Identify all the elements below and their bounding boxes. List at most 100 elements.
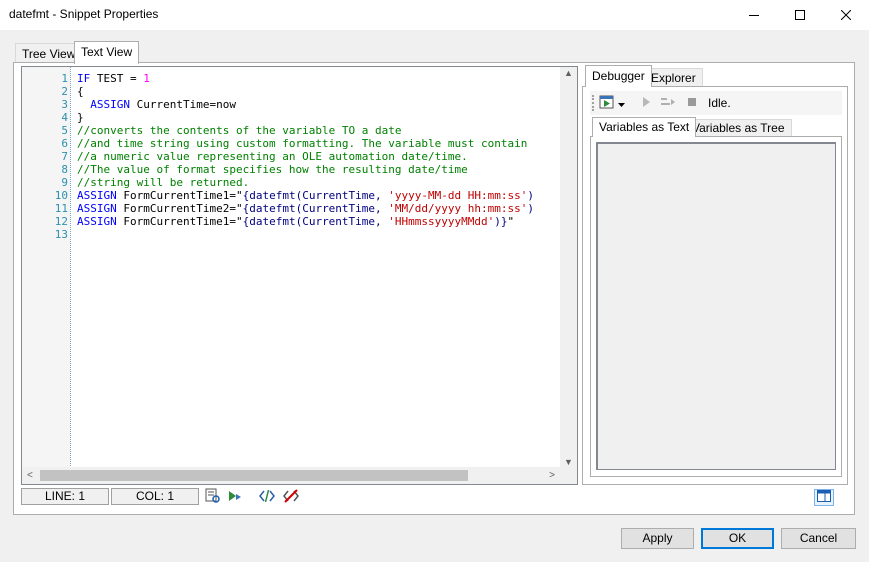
stop-button[interactable] bbox=[684, 95, 700, 111]
apply-button[interactable]: Apply bbox=[621, 528, 694, 549]
code-line[interactable]: } bbox=[77, 111, 84, 124]
line-number: 10 bbox=[54, 189, 68, 202]
line-number: 8 bbox=[61, 163, 68, 176]
code-token: ASSIGN bbox=[77, 189, 117, 202]
code-line[interactable]: ASSIGN FormCurrentTime1="{datefmt(Curren… bbox=[77, 215, 514, 228]
find-icon bbox=[205, 488, 221, 507]
close-button[interactable] bbox=[823, 0, 869, 30]
tab-label: Text View bbox=[81, 45, 133, 59]
maximize-icon bbox=[795, 10, 805, 20]
tab-debugger[interactable]: Debugger bbox=[585, 65, 652, 87]
editor-margin bbox=[22, 67, 40, 468]
scroll-up-icon[interactable]: ▲ bbox=[564, 68, 573, 78]
run-debug-icon bbox=[599, 94, 615, 113]
code-token: ) bbox=[527, 202, 534, 215]
code-token: 'yyyy-MM-dd HH:mm:ss' bbox=[388, 189, 528, 202]
scroll-down-icon[interactable]: ▼ bbox=[564, 457, 573, 467]
code-line[interactable]: //string will be returned. bbox=[77, 176, 249, 189]
tab-text-view[interactable]: Text View bbox=[74, 41, 140, 64]
line-number: 5 bbox=[61, 124, 68, 137]
tab-explorer[interactable]: Explorer bbox=[644, 68, 703, 87]
step-button[interactable] bbox=[638, 95, 654, 111]
line-number: 7 bbox=[61, 150, 68, 163]
horizontal-scroll-thumb[interactable] bbox=[40, 470, 468, 481]
horizontal-scrollbar[interactable]: < > bbox=[22, 467, 577, 484]
minimize-button[interactable] bbox=[731, 0, 777, 30]
minimize-icon bbox=[749, 10, 759, 20]
code-token: ) bbox=[527, 189, 534, 202]
line-number: 11 bbox=[54, 202, 68, 215]
vertical-scrollbar[interactable]: ▲ ▼ bbox=[560, 67, 577, 468]
code-token: " bbox=[507, 215, 515, 228]
gutter-divider bbox=[70, 67, 71, 468]
tag-button[interactable] bbox=[258, 489, 276, 505]
code-token: FormCurrentTime1=" bbox=[116, 189, 243, 202]
step-over-button[interactable] bbox=[660, 95, 676, 111]
code-token: {datefmt(CurrentTime, bbox=[242, 215, 389, 228]
code-token: 'MM/dd/yyyy hh:mm:ss' bbox=[388, 202, 528, 215]
code-token: IF bbox=[77, 72, 91, 85]
scroll-right-icon[interactable]: > bbox=[549, 470, 555, 481]
code-line[interactable]: ASSIGN FormCurrentTime1="{datefmt(Curren… bbox=[77, 189, 534, 202]
code-token: { bbox=[77, 85, 84, 98]
dropdown-icon bbox=[617, 96, 625, 110]
tab-label: Tree View bbox=[22, 47, 76, 61]
line-number-gutter: 1 2 3 4 5 6 7 8 9 10 11 12 13 bbox=[40, 67, 70, 468]
find-button[interactable] bbox=[204, 488, 222, 507]
code-token: FormCurrentTime1=" bbox=[116, 215, 243, 228]
code-line[interactable]: ASSIGN FormCurrentTime2="{datefmt(Curren… bbox=[77, 202, 534, 215]
tab-label: Debugger bbox=[592, 69, 645, 83]
stop-icon bbox=[684, 94, 700, 113]
code-token: 1 bbox=[143, 72, 150, 85]
toolbar-grip bbox=[592, 95, 594, 111]
code-area[interactable]: IF TEST = 1{ ASSIGN CurrentTime=now}//co… bbox=[77, 67, 577, 468]
panel-layout-icon bbox=[817, 490, 831, 505]
step-over-icon bbox=[660, 94, 676, 113]
scroll-left-icon[interactable]: < bbox=[27, 470, 33, 481]
code-editor[interactable]: 1 2 3 4 5 6 7 8 9 10 11 12 13 IF TEST = 1{ ASSIGN Cu… bbox=[21, 66, 578, 485]
maximize-button[interactable] bbox=[777, 0, 823, 30]
title-bar: datefmt - Snippet Properties bbox=[0, 0, 869, 30]
line-number: 1 bbox=[61, 72, 68, 85]
cancel-button[interactable]: Cancel bbox=[781, 528, 856, 549]
no-tag-button[interactable] bbox=[282, 488, 300, 507]
tab-variables-as-text[interactable]: Variables as Text bbox=[592, 117, 697, 137]
code-token: )} bbox=[494, 215, 508, 228]
line-number: 6 bbox=[61, 137, 68, 150]
line-number: 4 bbox=[61, 111, 68, 124]
code-token: CurrentTime=now bbox=[136, 98, 236, 111]
run-button[interactable] bbox=[226, 489, 244, 505]
code-line[interactable]: //converts the contents of the variable … bbox=[77, 124, 402, 137]
tab-variables-as-tree[interactable]: Variables as Tree bbox=[685, 119, 792, 136]
line-number: 2 bbox=[61, 85, 68, 98]
run-dropdown-button[interactable] bbox=[616, 95, 626, 111]
debugger-toolbar: Idle. bbox=[590, 91, 842, 115]
line-number: 13 bbox=[54, 228, 68, 241]
code-line[interactable]: { bbox=[77, 85, 84, 98]
line-indicator: LINE: 1 bbox=[21, 488, 109, 505]
code-token: //and time string using custom formattin… bbox=[77, 137, 528, 150]
code-line[interactable]: //and time string using custom formattin… bbox=[77, 137, 527, 150]
code-line[interactable]: //a numeric value representing an OLE au… bbox=[77, 150, 468, 163]
variables-text-area[interactable] bbox=[596, 142, 836, 470]
code-token: TEST = bbox=[96, 72, 144, 85]
line-number: 3 bbox=[61, 98, 68, 111]
ok-button[interactable]: OK bbox=[701, 528, 774, 549]
tab-tree-view[interactable]: Tree View bbox=[15, 43, 83, 64]
panel-layout-button[interactable] bbox=[814, 489, 834, 506]
no-tag-icon bbox=[283, 488, 299, 507]
tab-label: Variables as Tree bbox=[692, 121, 785, 135]
code-token: FormCurrentTime2=" bbox=[116, 202, 243, 215]
code-token: {datefmt(CurrentTime, bbox=[242, 202, 389, 215]
window-title: datefmt - Snippet Properties bbox=[9, 7, 159, 21]
debugger-status: Idle. bbox=[708, 96, 731, 110]
line-number: 9 bbox=[61, 176, 68, 189]
code-line[interactable]: ASSIGN CurrentTime=now bbox=[77, 98, 236, 111]
run-debug-button[interactable] bbox=[599, 95, 615, 111]
code-line[interactable]: //The value of format specifies how the … bbox=[77, 163, 468, 176]
code-line[interactable]: IF TEST = 1 bbox=[77, 72, 150, 85]
code-token: ASSIGN bbox=[90, 98, 130, 111]
code-token: //The value of format specifies how the … bbox=[77, 163, 468, 176]
code-token: ASSIGN bbox=[77, 202, 117, 215]
